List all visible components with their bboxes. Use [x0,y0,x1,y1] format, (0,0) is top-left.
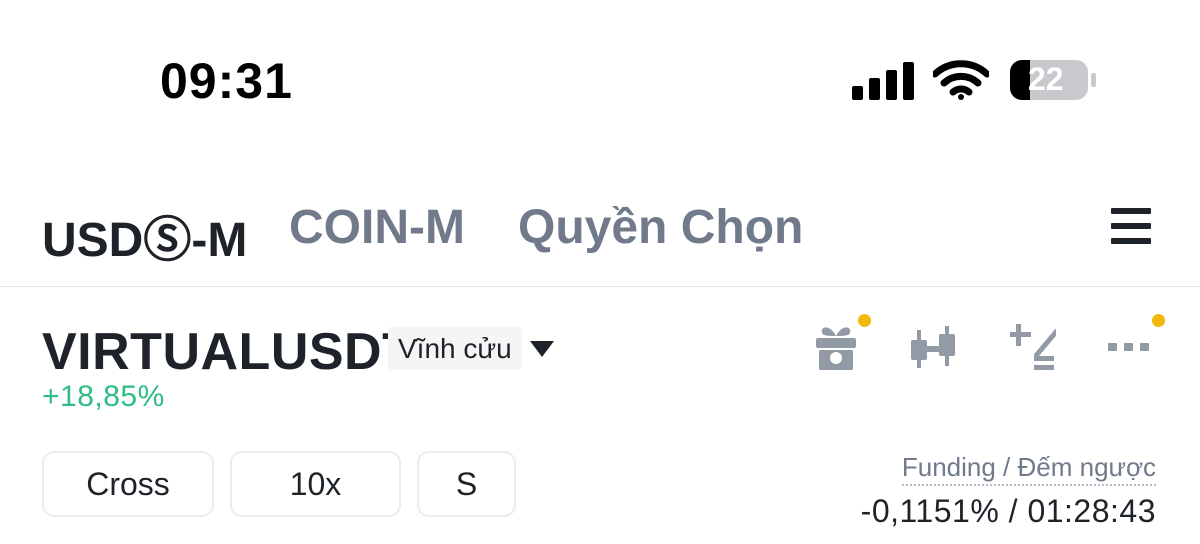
divider [0,286,1200,287]
gift-icon[interactable] [812,322,860,377]
candlestick-icon[interactable] [908,322,960,377]
tab-coin-m[interactable]: COIN-M [289,200,465,255]
status-time: 09:31 [160,53,293,109]
caret-down-icon[interactable] [529,340,555,363]
wifi-icon [931,60,991,105]
funding-label[interactable]: Funding / Đếm ngược [901,452,1156,486]
tab-options[interactable]: Quyền Chọn [518,200,803,255]
tab-usds-m[interactable]: USDⓈ-M [42,200,247,270]
notification-dot [1152,314,1165,327]
more-icon[interactable] [1106,322,1152,377]
margin-mode-button[interactable]: Cross [42,451,214,517]
signal-icon [852,62,914,105]
contract-type-badge: Vĩnh cửu [388,327,522,370]
notification-dot [858,314,871,327]
leverage-button[interactable]: 10x [230,451,401,517]
battery-icon: 22 [1008,58,1098,107]
funding-value: -0,1151% / 01:28:43 [860,493,1156,529]
menu-icon[interactable] [1111,206,1151,251]
battery-level: 22 [1028,61,1064,97]
position-mode-button[interactable]: S [417,451,516,517]
price-change: +18,85% [42,380,165,413]
calculator-icon[interactable] [1010,322,1060,377]
symbol-name[interactable]: VIRTUALUSDT [42,322,414,382]
